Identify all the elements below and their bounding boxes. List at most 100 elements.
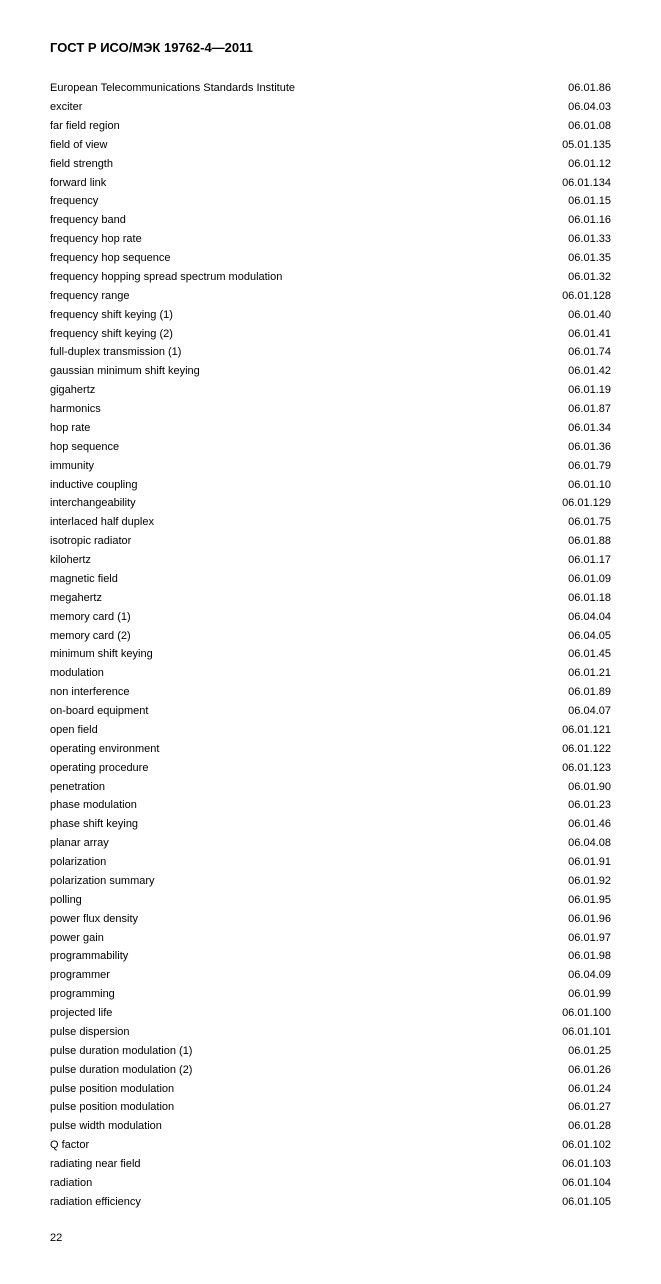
term-cell: polarization <box>50 853 471 872</box>
table-row: frequency hopping spread spectrum modula… <box>50 268 611 287</box>
table-row: full-duplex transmission (1)06.01.74 <box>50 343 611 362</box>
term-cell: on-board equipment <box>50 702 471 721</box>
term-cell: operating procedure <box>50 759 471 778</box>
ref-cell: 06.01.91 <box>471 853 611 872</box>
table-row: pulse duration modulation (1)06.01.25 <box>50 1042 611 1061</box>
table-row: field of view05.01.135 <box>50 136 611 155</box>
ref-cell: 06.01.90 <box>471 777 611 796</box>
term-cell: European Telecommunications Standards In… <box>50 79 471 98</box>
term-cell: full-duplex transmission (1) <box>50 343 471 362</box>
ref-cell: 06.01.34 <box>471 419 611 438</box>
term-cell: exciter <box>50 98 471 117</box>
page-number: 22 <box>50 1232 611 1244</box>
ref-cell: 06.01.42 <box>471 362 611 381</box>
table-row: phase modulation06.01.23 <box>50 796 611 815</box>
ref-cell: 06.01.36 <box>471 438 611 457</box>
table-row: polarization summary06.01.92 <box>50 872 611 891</box>
ref-cell: 06.01.128 <box>471 287 611 306</box>
ref-cell: 06.01.121 <box>471 721 611 740</box>
ref-cell: 06.01.105 <box>471 1193 611 1212</box>
table-row: pulse duration modulation (2)06.01.26 <box>50 1061 611 1080</box>
ref-cell: 06.01.40 <box>471 306 611 325</box>
ref-cell: 06.01.102 <box>471 1136 611 1155</box>
term-cell: programmability <box>50 947 471 966</box>
ref-cell: 06.01.33 <box>471 230 611 249</box>
ref-cell: 06.01.08 <box>471 117 611 136</box>
ref-cell: 06.01.103 <box>471 1155 611 1174</box>
ref-cell: 06.04.04 <box>471 608 611 627</box>
term-cell: immunity <box>50 457 471 476</box>
table-row: modulation06.01.21 <box>50 664 611 683</box>
table-row: European Telecommunications Standards In… <box>50 79 611 98</box>
term-cell: isotropic radiator <box>50 532 471 551</box>
table-row: interchangeability06.01.129 <box>50 494 611 513</box>
term-cell: phase modulation <box>50 796 471 815</box>
ref-cell: 06.01.87 <box>471 400 611 419</box>
term-cell: programming <box>50 985 471 1004</box>
term-cell: phase shift keying <box>50 815 471 834</box>
ref-cell: 06.01.101 <box>471 1023 611 1042</box>
table-row: projected life06.01.100 <box>50 1004 611 1023</box>
ref-cell: 06.01.46 <box>471 815 611 834</box>
term-cell: frequency shift keying (1) <box>50 306 471 325</box>
index-table: European Telecommunications Standards In… <box>50 79 611 1212</box>
table-row: megahertz06.01.18 <box>50 589 611 608</box>
table-row: frequency shift keying (2)06.01.41 <box>50 324 611 343</box>
term-cell: programmer <box>50 966 471 985</box>
table-row: Q factor06.01.102 <box>50 1136 611 1155</box>
ref-cell: 06.01.89 <box>471 683 611 702</box>
ref-cell: 06.01.16 <box>471 211 611 230</box>
ref-cell: 06.01.41 <box>471 324 611 343</box>
table-row: gigahertz06.01.19 <box>50 381 611 400</box>
ref-cell: 06.01.123 <box>471 759 611 778</box>
term-cell: memory card (1) <box>50 608 471 627</box>
table-row: power gain06.01.97 <box>50 928 611 947</box>
table-row: minimum shift keying06.01.45 <box>50 645 611 664</box>
table-row: phase shift keying06.01.46 <box>50 815 611 834</box>
term-cell: magnetic field <box>50 570 471 589</box>
ref-cell: 06.04.03 <box>471 98 611 117</box>
ref-cell: 06.04.07 <box>471 702 611 721</box>
term-cell: pulse position modulation <box>50 1098 471 1117</box>
ref-cell: 06.01.35 <box>471 249 611 268</box>
table-row: memory card (1)06.04.04 <box>50 608 611 627</box>
table-row: non interference06.01.89 <box>50 683 611 702</box>
ref-cell: 05.01.135 <box>471 136 611 155</box>
term-cell: polling <box>50 891 471 910</box>
table-row: pulse dispersion06.01.101 <box>50 1023 611 1042</box>
ref-cell: 06.01.27 <box>471 1098 611 1117</box>
ref-cell: 06.01.122 <box>471 740 611 759</box>
ref-cell: 06.01.15 <box>471 192 611 211</box>
ref-cell: 06.01.86 <box>471 79 611 98</box>
table-row: frequency band06.01.16 <box>50 211 611 230</box>
table-row: interlaced half duplex06.01.75 <box>50 513 611 532</box>
ref-cell: 06.01.26 <box>471 1061 611 1080</box>
page-title: ГОСТ Р ИСО/МЭК 19762-4—2011 <box>50 40 611 55</box>
ref-cell: 06.01.74 <box>471 343 611 362</box>
ref-cell: 06.01.100 <box>471 1004 611 1023</box>
ref-cell: 06.01.79 <box>471 457 611 476</box>
term-cell: frequency <box>50 192 471 211</box>
term-cell: pulse width modulation <box>50 1117 471 1136</box>
ref-cell: 06.01.25 <box>471 1042 611 1061</box>
table-row: gaussian minimum shift keying06.01.42 <box>50 362 611 381</box>
term-cell: forward link <box>50 173 471 192</box>
table-row: far field region06.01.08 <box>50 117 611 136</box>
table-row: immunity06.01.79 <box>50 457 611 476</box>
ref-cell: 06.04.08 <box>471 834 611 853</box>
ref-cell: 06.01.21 <box>471 664 611 683</box>
table-row: frequency range06.01.128 <box>50 287 611 306</box>
term-cell: radiation <box>50 1174 471 1193</box>
ref-cell: 06.01.18 <box>471 589 611 608</box>
term-cell: inductive coupling <box>50 475 471 494</box>
term-cell: gaussian minimum shift keying <box>50 362 471 381</box>
table-row: frequency hop rate06.01.33 <box>50 230 611 249</box>
term-cell: pulse duration modulation (2) <box>50 1061 471 1080</box>
ref-cell: 06.01.09 <box>471 570 611 589</box>
term-cell: interchangeability <box>50 494 471 513</box>
table-row: pulse position modulation06.01.27 <box>50 1098 611 1117</box>
term-cell: frequency shift keying (2) <box>50 324 471 343</box>
table-row: open field06.01.121 <box>50 721 611 740</box>
ref-cell: 06.01.10 <box>471 475 611 494</box>
term-cell: gigahertz <box>50 381 471 400</box>
